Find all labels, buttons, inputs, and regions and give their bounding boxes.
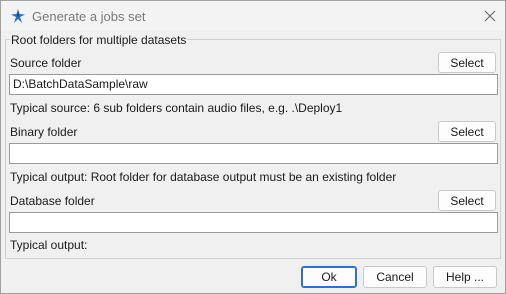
- database-folder-field[interactable]: [9, 212, 498, 233]
- binary-folder-field[interactable]: [9, 143, 498, 164]
- ok-button[interactable]: Ok: [301, 266, 357, 288]
- binary-folder-label: Binary folder: [10, 125, 78, 139]
- dialog-window: Generate a jobs set Root folders for mul…: [0, 0, 506, 294]
- database-hint: Typical output:: [10, 238, 88, 252]
- source-folder-field[interactable]: D:\BatchDataSample\raw: [9, 74, 498, 95]
- binary-select-button[interactable]: Select: [438, 121, 496, 142]
- source-hint: Typical source: 6 sub folders contain au…: [10, 101, 343, 115]
- cancel-button[interactable]: Cancel: [363, 266, 427, 288]
- database-select-button[interactable]: Select: [438, 190, 496, 211]
- help-button[interactable]: Help ...: [433, 266, 497, 288]
- title-bar: Generate a jobs set: [1, 1, 505, 31]
- window-title: Generate a jobs set: [32, 9, 146, 24]
- source-folder-label: Source folder: [10, 56, 82, 70]
- database-folder-label: Database folder: [10, 194, 95, 208]
- source-select-button[interactable]: Select: [438, 52, 496, 73]
- close-icon[interactable]: [477, 6, 503, 26]
- group-title: Root folders for multiple datasets: [10, 33, 188, 47]
- binary-hint: Typical output: Root folder for database…: [10, 170, 397, 184]
- app-logo-icon: [10, 8, 26, 24]
